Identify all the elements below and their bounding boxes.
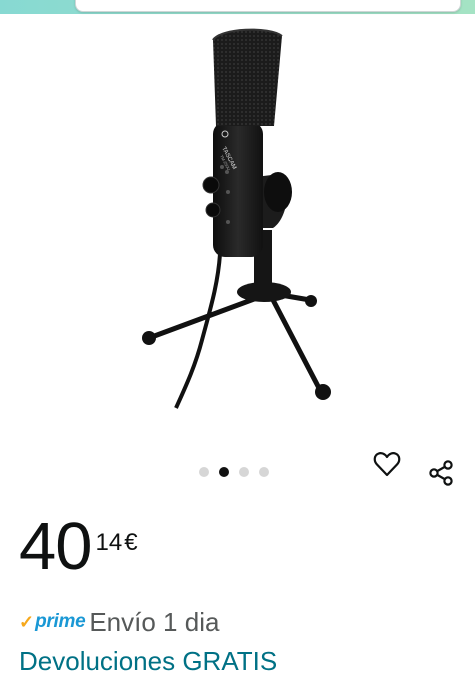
- shipping-text: Envío 1 dia: [89, 606, 220, 637]
- price-fraction: 14: [95, 529, 123, 556]
- price-currency: €: [124, 529, 138, 556]
- carousel-dot[interactable]: [199, 467, 209, 477]
- microphone-illustration: TASCAM TM-250U: [142, 28, 331, 409]
- share-icon: [429, 460, 453, 486]
- free-returns-link[interactable]: Devoluciones GRATIS: [19, 645, 277, 677]
- carousel-dot-active[interactable]: [219, 467, 229, 477]
- search-header: [0, 0, 475, 14]
- search-input[interactable]: [75, 0, 461, 12]
- heart-outline-icon: [373, 452, 401, 477]
- shipping-info: ✓ prime Envío 1 dia: [19, 606, 219, 638]
- carousel-dot[interactable]: [259, 467, 269, 477]
- wishlist-button[interactable]: [369, 446, 405, 482]
- prime-label: prime: [35, 611, 86, 632]
- carousel-dot[interactable]: [239, 467, 249, 477]
- price-whole: 40: [19, 509, 93, 584]
- product-image[interactable]: TASCAM TM-250U: [60, 22, 415, 427]
- share-button[interactable]: [423, 455, 459, 491]
- check-icon: ✓: [19, 612, 35, 632]
- product-price: 40 14 €: [19, 507, 138, 587]
- carousel-pagination[interactable]: [199, 466, 269, 478]
- prime-badge: ✓ prime: [19, 611, 86, 633]
